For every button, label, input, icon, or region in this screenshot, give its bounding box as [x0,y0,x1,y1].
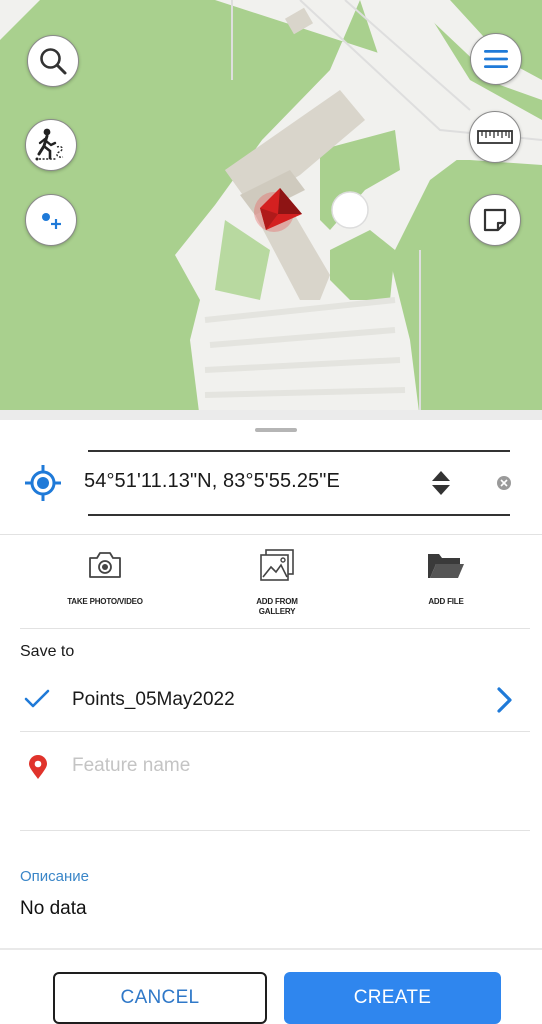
coordinate-format-toggle[interactable] [429,468,453,503]
search-button[interactable] [27,35,79,87]
coordinates-value[interactable]: 54°51'11.13"N, 83°5'55.25"E [84,470,340,493]
check-icon [24,689,50,714]
add-from-gallery-label: ADD FROM GALLERY [256,597,298,616]
menu-icon [484,50,508,68]
note-icon [483,208,507,232]
notes-button[interactable] [469,194,521,246]
save-to-selector[interactable]: Points_05May2022 [0,675,542,725]
attachment-actions: TAKE PHOTO/VIDEO ADD FROM GALLERY ADD FI… [0,545,542,625]
ruler-button[interactable] [469,111,521,163]
add-file-label: ADD FILE [428,597,464,606]
take-photo-button[interactable]: TAKE PHOTO/VIDEO [25,545,185,607]
search-icon [40,48,67,75]
add-point-button[interactable] [25,194,77,246]
my-location-button[interactable] [24,464,62,507]
take-photo-label: TAKE PHOTO/VIDEO [67,597,143,606]
chevron-right-icon [494,685,514,720]
feature-name-input[interactable] [72,751,492,781]
coordinate-divider-top [88,450,510,452]
walking-track-icon [35,128,64,161]
save-to-value: Points_05May2022 [72,689,235,710]
location-marker [250,184,306,243]
clear-coordinates-button[interactable] [495,474,513,497]
folder-icon [428,554,464,578]
drag-handle[interactable] [255,428,297,432]
cancel-button[interactable]: CANCEL [53,972,267,1024]
map-pin-icon [28,755,48,786]
feature-name-row [0,745,542,795]
divider [20,628,530,629]
add-point-icon [42,213,61,229]
sort-arrows-icon [432,471,450,495]
add-from-gallery-button[interactable]: ADD FROM GALLERY [197,545,357,617]
gallery-icon [260,549,294,581]
create-point-panel: 54°51'11.13"N, 83°5'55.25"E TAKE PHOTO/V… [0,420,542,1024]
coordinate-row: 54°51'11.13"N, 83°5'55.25"E [0,450,542,516]
bottom-action-bar: CANCEL CREATE [0,946,542,1024]
menu-button[interactable] [470,33,522,85]
description-label: Описание [20,868,90,885]
create-button[interactable]: CREATE [284,972,501,1024]
divider [20,731,530,732]
coordinate-divider-bottom [88,514,510,516]
gps-target-icon [25,465,61,501]
camera-icon [89,552,121,578]
divider [0,534,542,535]
clear-icon [497,476,511,490]
compass-arrow-icon [254,188,302,232]
track-recording-button[interactable] [25,119,77,171]
ruler-icon [477,130,513,144]
save-to-label: Save to [20,643,75,660]
add-file-button[interactable]: ADD FILE [366,545,526,607]
map-view[interactable] [0,0,542,420]
description-value[interactable]: No data [20,898,87,920]
divider [20,830,530,831]
